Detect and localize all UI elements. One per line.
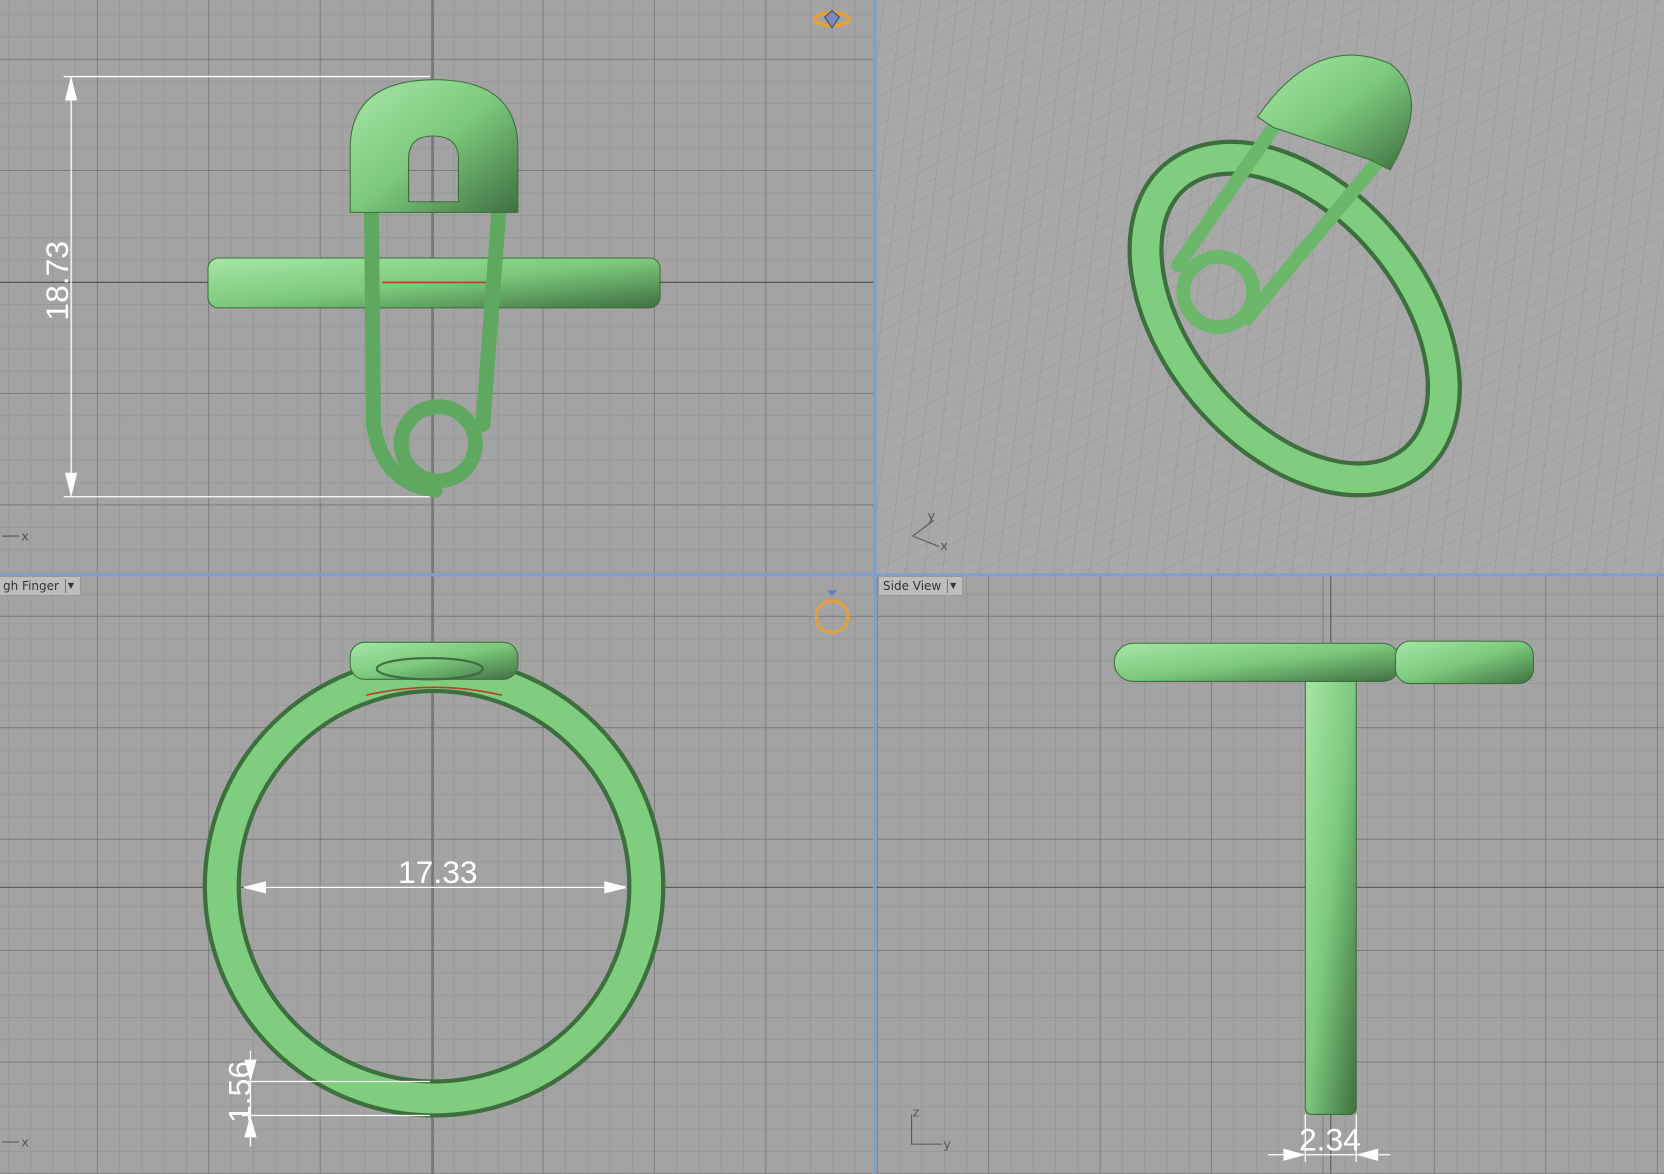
front-viewport[interactable]: 17.33 1.56 x [0,576,874,1174]
axis-z-label: z [913,1106,920,1121]
viewports-canvas: 18.73 x y x 17.33 1.56 x 2.34 z y [0,0,1664,1174]
pin-side [1113,642,1402,682]
four-viewport-cad-window: 18.73 x y x 17.33 1.56 x 2.34 z y gh Fin… [0,0,1664,1174]
width-dimension: 2.34 [1299,1122,1361,1158]
side-viewport-label[interactable]: Side View ▼ [878,576,964,596]
height-dimension-value: 18.73 [39,241,75,321]
dropdown-arrow-icon[interactable]: ▼ [947,579,958,593]
diameter-dimension: 17.33 [398,854,478,890]
axis-y-label: y [928,509,936,524]
side-viewport-title: Side View [883,579,942,593]
front-viewport-title: gh Finger [3,579,59,593]
side-viewport[interactable]: 2.34 z y [876,576,1664,1174]
axis-x-label: x [940,539,948,554]
front-viewport-label[interactable]: gh Finger ▼ [0,576,81,596]
thickness-dimension: 1.56 [221,1061,257,1123]
pin-top-front [349,641,519,680]
axis-y-label: y [943,1137,951,1152]
top-viewport[interactable]: 18.73 x [0,0,874,574]
ring-side [1304,673,1357,1115]
perspective-viewport[interactable]: y x [876,0,1664,574]
axis-x-label: x [21,529,29,544]
axis-x-label: x [21,1135,29,1150]
dropdown-arrow-icon[interactable]: ▼ [64,579,76,593]
